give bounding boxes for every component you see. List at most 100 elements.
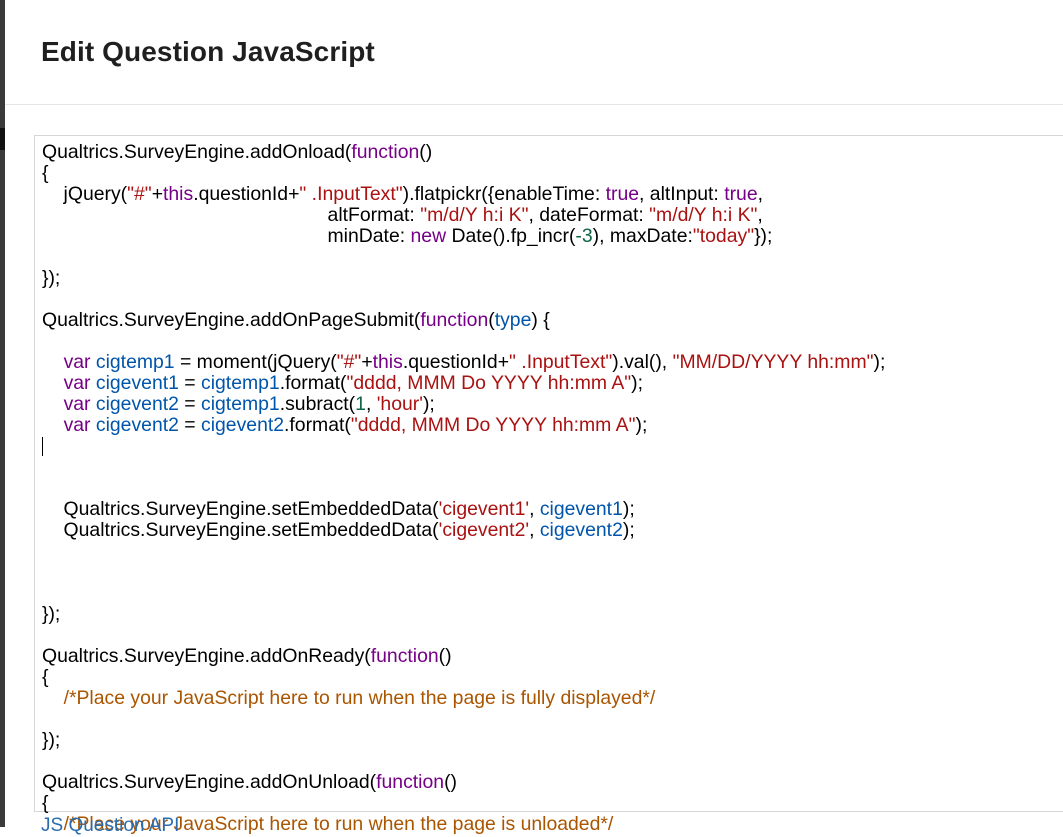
code-line[interactable]: [42, 457, 885, 478]
code-token-str: "today": [692, 225, 755, 247]
code-line[interactable]: [42, 583, 885, 604]
code-token: +: [151, 183, 164, 205]
code-line[interactable]: [42, 436, 885, 457]
code-token-str: "dddd, MMM Do YYYY hh:mm A": [346, 372, 632, 394]
code-token: ,: [529, 498, 540, 520]
code-editor[interactable]: Qualtrics.SurveyEngine.addOnload(functio…: [34, 135, 1063, 835]
code-token: altFormat:: [42, 204, 421, 226]
code-token: );: [622, 498, 635, 520]
code-line[interactable]: [42, 247, 885, 268]
code-token: );: [622, 519, 635, 541]
code-line[interactable]: Qualtrics.SurveyEngine.addOnUnload(funct…: [42, 772, 885, 793]
code-token-str: "m/d/Y h:i K": [649, 204, 758, 226]
code-token: });: [42, 729, 61, 751]
code-line[interactable]: var cigtemp1 = moment(jQuery("#"+this.qu…: [42, 351, 886, 373]
code-token: Qualtrics.SurveyEngine.addOnUnload(: [42, 771, 377, 793]
code-line[interactable]: var cigevent1 = cigtemp1.format("dddd, M…: [42, 373, 885, 394]
code-line[interactable]: jQuery("#"+this.questionId+" .InputText"…: [42, 184, 885, 205]
code-line[interactable]: [42, 541, 885, 562]
code-token: });: [42, 603, 61, 625]
code-line[interactable]: [42, 625, 885, 646]
code-line[interactable]: [42, 751, 885, 772]
code-line[interactable]: [42, 331, 885, 352]
code-token: ,: [365, 393, 377, 415]
code-line[interactable]: var cigevent2 = cigtemp1.subract(1, 'hou…: [42, 394, 885, 415]
code-line[interactable]: Qualtrics.SurveyEngine.setEmbeddedData('…: [42, 499, 885, 520]
code-line[interactable]: [42, 289, 885, 310]
code-token-str: "#": [127, 183, 152, 205]
code-token: ,: [529, 519, 540, 541]
code-token: .format(: [284, 414, 351, 436]
code-token-var: cigevent2: [539, 519, 623, 541]
code-token: ).val(),: [612, 351, 673, 373]
code-content[interactable]: Qualtrics.SurveyEngine.addOnload(functio…: [42, 142, 885, 835]
code-token-var: cigtemp1: [201, 372, 280, 394]
code-token-str: "m/d/Y h:i K": [420, 204, 529, 226]
code-token: ,: [757, 204, 763, 226]
code-token: );: [873, 351, 886, 373]
code-line[interactable]: altFormat: "m/d/Y h:i K", dateFormat: "m…: [42, 205, 885, 226]
js-question-api-link[interactable]: JS Question API: [41, 815, 179, 837]
code-line[interactable]: Qualtrics.SurveyEngine.setEmbeddedData('…: [42, 520, 885, 541]
code-token-str: " .InputText": [509, 351, 613, 373]
code-token: =: [178, 414, 202, 436]
code-token-str: 'hour': [376, 393, 423, 415]
code-token-kw: new: [410, 225, 447, 247]
code-token: =: [178, 393, 202, 415]
code-line[interactable]: Qualtrics.SurveyEngine.addOnload(functio…: [42, 142, 885, 163]
code-token: .format(: [279, 372, 347, 394]
code-token: ).flatpickr({enableTime:: [402, 183, 606, 205]
code-line[interactable]: [42, 709, 885, 730]
code-token-var: cigtemp1: [95, 351, 175, 373]
code-token-kw: var: [63, 393, 91, 415]
code-line[interactable]: Qualtrics.SurveyEngine.addOnReady(functi…: [42, 646, 885, 667]
code-token-str: " .InputText": [299, 183, 403, 205]
code-line[interactable]: {: [42, 667, 885, 688]
code-line[interactable]: {: [42, 793, 885, 814]
code-token-kw: var: [63, 351, 91, 373]
code-token: +: [361, 351, 373, 373]
dialog-header: Edit Question JavaScript: [5, 0, 1063, 105]
code-line[interactable]: minDate: new Date().fp_incr(-3), maxDate…: [42, 226, 885, 247]
code-token: {: [42, 666, 49, 688]
code-token-kw: function: [370, 645, 439, 667]
code-token-var: type: [494, 309, 532, 331]
code-line[interactable]: Qualtrics.SurveyEngine.addOnPageSubmit(f…: [42, 310, 885, 331]
code-token-var: cigtemp1: [201, 393, 280, 415]
code-token-kw: this: [163, 183, 194, 205]
code-line[interactable]: [42, 562, 885, 583]
code-token-kw: var: [63, 414, 91, 436]
code-token: Qualtrics.SurveyEngine.addOnReady(: [42, 645, 371, 667]
code-line[interactable]: /*Place your JavaScript here to run when…: [42, 688, 885, 709]
code-token-var: cigevent2: [95, 393, 179, 415]
code-line[interactable]: });: [42, 730, 885, 751]
code-token: ) {: [531, 309, 550, 331]
code-line[interactable]: var cigevent2 = cigevent2.format("dddd, …: [42, 415, 885, 436]
code-token-str: 'cigevent2': [438, 519, 530, 541]
code-line[interactable]: {: [42, 163, 885, 184]
code-token-kw: function: [376, 771, 445, 793]
code-token: );: [635, 414, 648, 436]
dialog-title: Edit Question JavaScript: [41, 36, 375, 67]
code-token: minDate:: [42, 225, 411, 247]
code-token: {: [42, 162, 49, 184]
code-token: , altInput:: [639, 183, 725, 205]
text-cursor: [42, 437, 43, 456]
code-token-kw: true: [724, 183, 758, 205]
code-token-kw: true: [605, 183, 640, 205]
code-token: ), maxDate:: [592, 225, 693, 247]
code-token: Qualtrics.SurveyEngine.setEmbeddedData(: [42, 519, 439, 541]
code-line[interactable]: });: [42, 268, 885, 289]
code-token-str: "dddd, MMM Do YYYY hh:mm A": [350, 414, 636, 436]
code-line[interactable]: [42, 478, 885, 499]
code-token-kw: function: [351, 141, 420, 163]
code-line[interactable]: });: [42, 604, 885, 625]
code-token-kw: function: [420, 309, 489, 331]
code-token-var: cigevent2: [201, 414, 285, 436]
code-token-com: /*Place your JavaScript here to run when…: [63, 687, 656, 709]
code-token: (): [438, 645, 452, 667]
code-token: Qualtrics.SurveyEngine.addOnload(: [42, 141, 352, 163]
code-token: = moment(jQuery(: [174, 351, 337, 373]
code-token: .subract(: [279, 393, 356, 415]
